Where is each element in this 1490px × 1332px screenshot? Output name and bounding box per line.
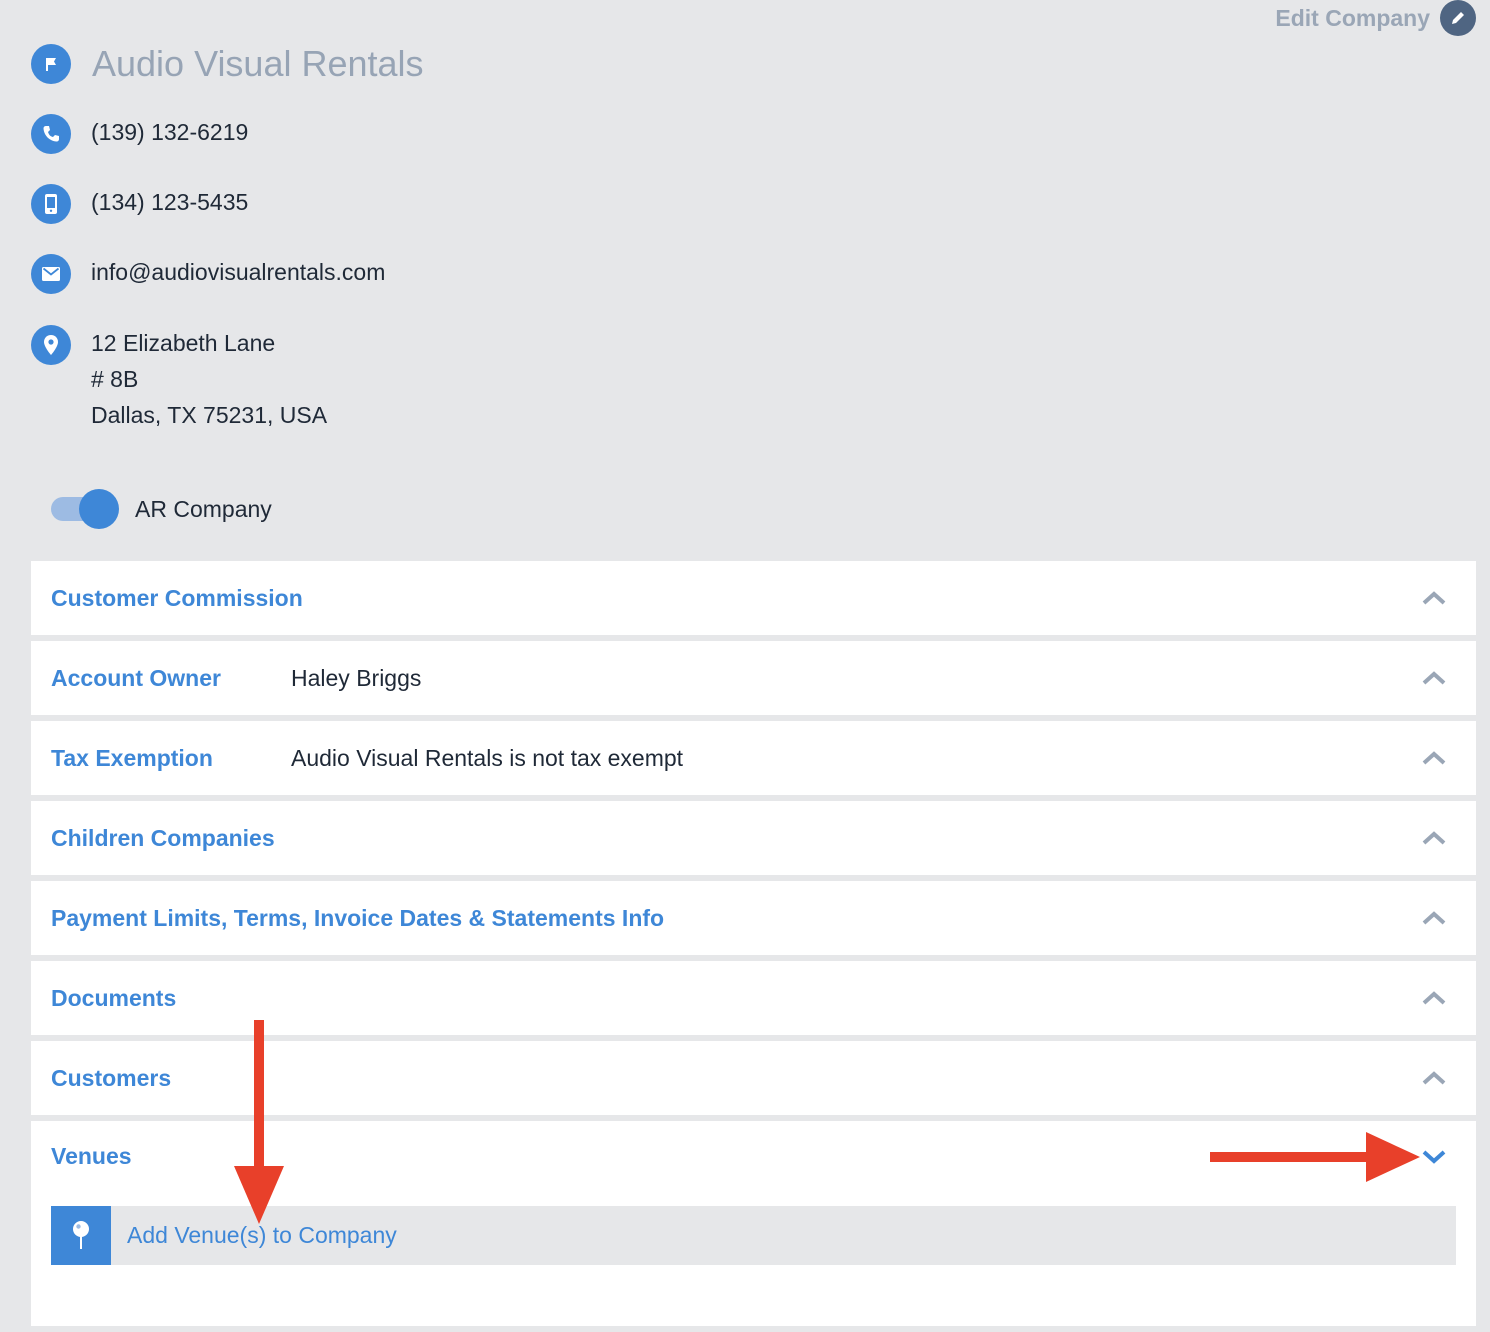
mobile-number[interactable]: (134) 123-5435 bbox=[91, 184, 248, 220]
panel-title: Customers bbox=[51, 1064, 172, 1091]
edit-company-label: Edit Company bbox=[1275, 4, 1430, 31]
address-block: 12 Elizabeth Lane # 8B Dallas, TX 75231,… bbox=[91, 325, 327, 433]
account-owner-value: Haley Briggs bbox=[291, 664, 422, 691]
panel-title: Customer Commission bbox=[51, 584, 303, 611]
phone-icon bbox=[31, 114, 71, 154]
chevron-up-icon[interactable] bbox=[1420, 828, 1448, 848]
panel-title: Documents bbox=[51, 984, 177, 1011]
company-header: Audio Visual Rentals bbox=[31, 44, 424, 84]
ar-company-label: AR Company bbox=[135, 495, 272, 522]
address-line-1: 12 Elizabeth Lane bbox=[91, 330, 276, 356]
chevron-up-icon[interactable] bbox=[1420, 1068, 1448, 1088]
panel-tax-exemption[interactable]: Tax Exemption Audio Visual Rentals is no… bbox=[31, 721, 1476, 795]
location-pin-icon bbox=[31, 325, 71, 365]
chevron-up-icon[interactable] bbox=[1420, 588, 1448, 608]
add-venue-button[interactable]: Add Venue(s) to Company bbox=[51, 1206, 1456, 1265]
phone-row: (139) 132-6219 bbox=[31, 114, 248, 154]
mobile-phone-icon bbox=[31, 184, 71, 224]
chevron-up-icon[interactable] bbox=[1420, 668, 1448, 688]
panel-children-companies[interactable]: Children Companies bbox=[31, 801, 1476, 875]
pencil-icon bbox=[1440, 0, 1476, 36]
panel-customers[interactable]: Customers bbox=[31, 1041, 1476, 1115]
envelope-icon bbox=[31, 254, 71, 294]
chevron-up-icon[interactable] bbox=[1420, 748, 1448, 768]
panel-customer-commission[interactable]: Customer Commission bbox=[31, 561, 1476, 635]
panel-title: Account Owner bbox=[51, 664, 221, 691]
ar-company-toggle[interactable] bbox=[51, 489, 119, 529]
panel-venues: Venues Add Venue(s) to Company bbox=[31, 1121, 1476, 1326]
mobile-row: (134) 123-5435 bbox=[31, 184, 248, 224]
panel-documents[interactable]: Documents bbox=[31, 961, 1476, 1035]
phone-number[interactable]: (139) 132-6219 bbox=[91, 114, 248, 150]
flag-icon bbox=[31, 44, 71, 84]
panel-title: Tax Exemption bbox=[51, 744, 213, 771]
email-row: info@audiovisualrentals.com bbox=[31, 254, 385, 294]
chevron-down-icon[interactable] bbox=[1420, 1147, 1448, 1167]
tax-exemption-value: Audio Visual Rentals is not tax exempt bbox=[291, 744, 684, 771]
add-venue-label: Add Venue(s) to Company bbox=[127, 1222, 397, 1248]
panel-title: Payment Limits, Terms, Invoice Dates & S… bbox=[51, 904, 665, 931]
address-line-3: Dallas, TX 75231, USA bbox=[91, 402, 328, 428]
address-line-2: # 8B bbox=[91, 366, 139, 392]
toggle-knob bbox=[79, 489, 119, 529]
panel-title: Children Companies bbox=[51, 824, 275, 851]
address-row: 12 Elizabeth Lane # 8B Dallas, TX 75231,… bbox=[31, 325, 327, 433]
company-name: Audio Visual Rentals bbox=[92, 43, 424, 84]
edit-company-button[interactable]: Edit Company bbox=[1275, 0, 1476, 36]
email-address[interactable]: info@audiovisualrentals.com bbox=[91, 254, 385, 290]
panel-title[interactable]: Venues bbox=[51, 1143, 132, 1170]
panel-account-owner[interactable]: Account Owner Haley Briggs bbox=[31, 641, 1476, 715]
map-pin-icon bbox=[51, 1206, 111, 1265]
chevron-up-icon[interactable] bbox=[1420, 988, 1448, 1008]
chevron-up-icon[interactable] bbox=[1420, 908, 1448, 928]
ar-company-row: AR Company bbox=[51, 489, 272, 529]
panel-payment-limits[interactable]: Payment Limits, Terms, Invoice Dates & S… bbox=[31, 881, 1476, 955]
